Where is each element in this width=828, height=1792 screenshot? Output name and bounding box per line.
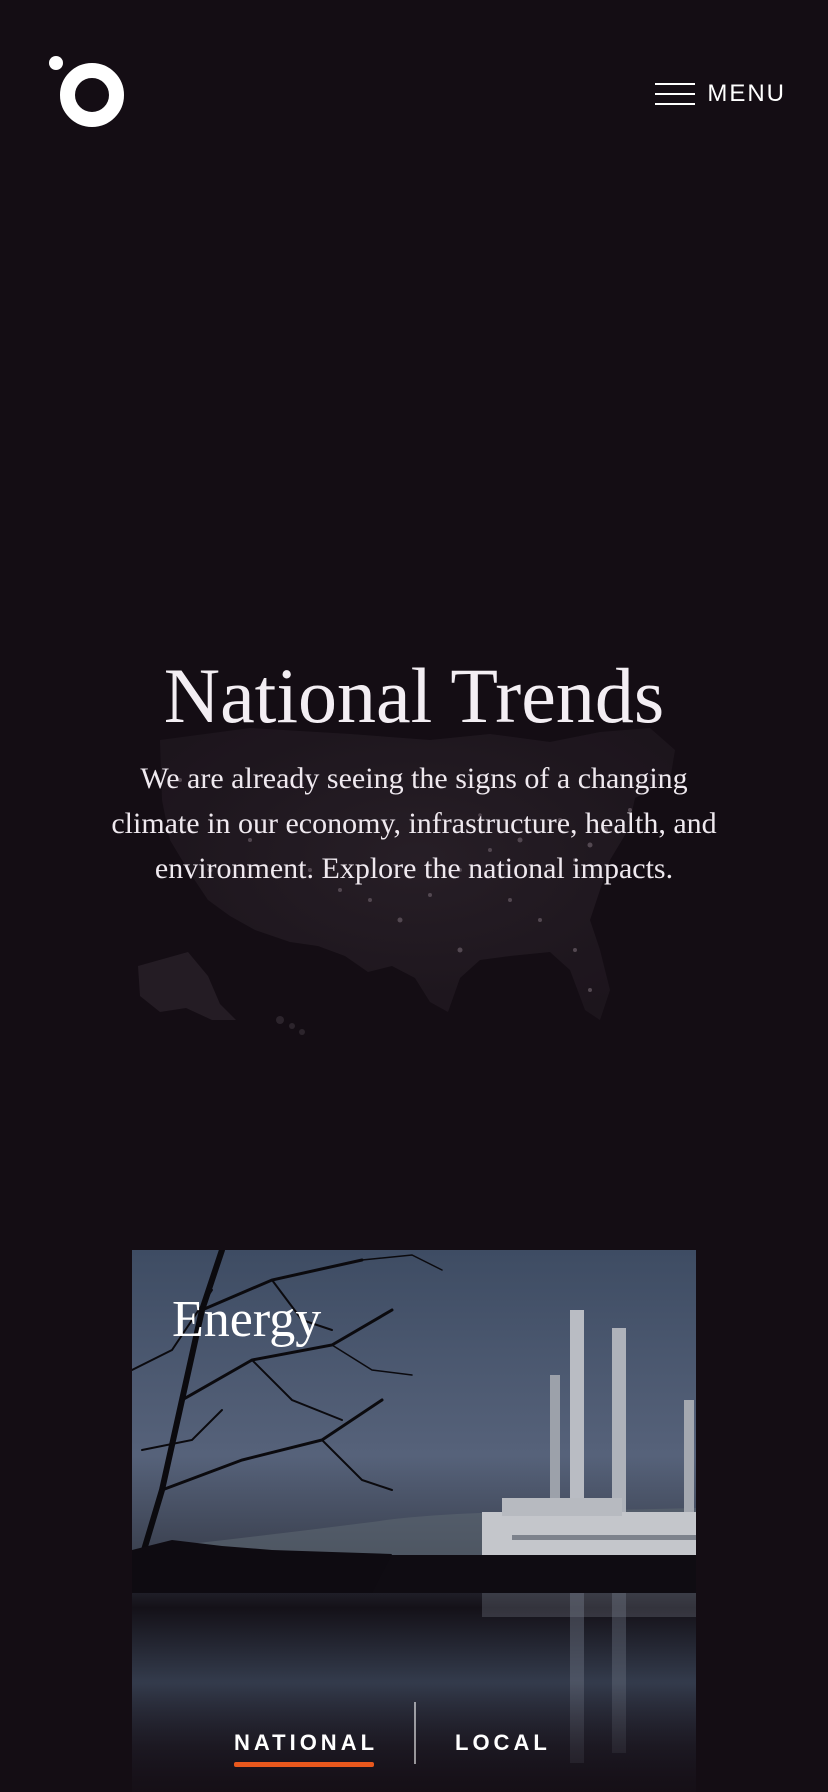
- scope-tab-bar: NATIONAL LOCAL: [0, 1680, 828, 1792]
- hero-description: We are already seeing the signs of a cha…: [111, 762, 717, 885]
- menu-label: MENU: [707, 80, 786, 107]
- site-header: MENU: [0, 0, 828, 190]
- page-title: National Trends: [163, 652, 665, 739]
- tab-national[interactable]: NATIONAL: [234, 1730, 378, 1756]
- tab-local[interactable]: LOCAL: [455, 1730, 551, 1756]
- ring-logo-icon[interactable]: [48, 54, 128, 134]
- menu-button[interactable]: MENU: [655, 76, 786, 112]
- card-title: Energy: [172, 1291, 322, 1348]
- tab-divider: [414, 1702, 416, 1764]
- hamburger-icon: [655, 83, 696, 105]
- hero-section: National Trends We are already seeing th…: [0, 640, 828, 1080]
- active-tab-indicator: [234, 1762, 374, 1767]
